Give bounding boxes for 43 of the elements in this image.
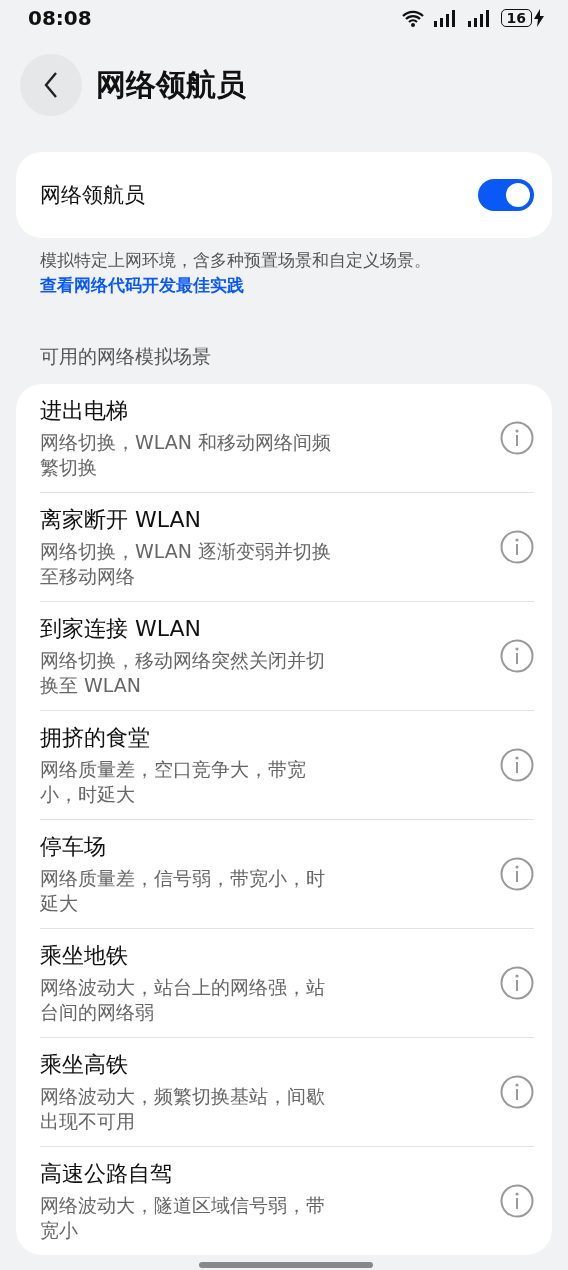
scenario-description: 网络切换，WLAN 和移动网络间频繁切换 xyxy=(40,430,333,480)
toggle-switch[interactable] xyxy=(478,179,534,211)
info-button[interactable] xyxy=(500,748,534,782)
info-button[interactable] xyxy=(500,1075,534,1109)
section-title: 可用的网络模拟场景 xyxy=(40,344,212,369)
info-icon-glyph xyxy=(500,748,534,782)
scenario-title: 乘坐地铁 xyxy=(40,942,129,970)
info-button[interactable] xyxy=(500,857,534,891)
info-icon-glyph xyxy=(500,639,534,673)
back-icon xyxy=(43,71,59,99)
info-icon-glyph xyxy=(500,1075,534,1109)
scenario-description: 网络质量差，信号弱，带宽小，时延大 xyxy=(40,866,326,916)
scenario-title: 离家断开 WLAN xyxy=(40,506,202,534)
info-icon-glyph xyxy=(500,530,534,564)
scenario-title: 停车场 xyxy=(40,833,107,861)
info-button[interactable] xyxy=(500,421,534,455)
info-icon-glyph xyxy=(500,966,534,1000)
info-icon-glyph xyxy=(500,1184,534,1218)
scenario-description: 网络切换，WLAN 逐渐变弱并切换至移动网络 xyxy=(40,539,333,589)
info-button[interactable] xyxy=(500,639,534,673)
info-button[interactable] xyxy=(500,966,534,1000)
battery-level: 16 xyxy=(500,9,532,27)
scenario-title: 拥挤的食堂 xyxy=(40,724,151,752)
scenario-description: 网络波动大，站台上的网络强，站台间的网络弱 xyxy=(40,975,326,1025)
scenario-description: 网络切换，移动网络突然关闭并切换至 WLAN xyxy=(40,648,326,698)
info-button[interactable] xyxy=(500,530,534,564)
scenario-title: 进出电梯 xyxy=(40,397,129,425)
info-icon-glyph xyxy=(500,857,534,891)
page-title: 网络领航员 xyxy=(96,65,246,104)
info-button[interactable] xyxy=(500,1184,534,1218)
wifi-icon xyxy=(400,8,425,28)
charging-icon xyxy=(534,9,544,27)
scenario-description: 网络波动大，频繁切换基站，间歇出现不可用 xyxy=(40,1084,326,1134)
scenario-description: 网络波动大，隧道区域信号弱，带宽小 xyxy=(40,1193,326,1243)
description-text: 模拟特定上网环境，含多种预置场景和自定义场景。 查看网络代码开发最佳实践 xyxy=(40,249,432,297)
toggle-label: 网络领航员 xyxy=(40,182,145,209)
scenario-title: 到家连接 WLAN xyxy=(40,615,202,643)
scenario-title: 高速公路自驾 xyxy=(40,1160,173,1188)
scenario-title: 乘坐高铁 xyxy=(40,1051,129,1079)
status-time: 08:08 xyxy=(28,6,92,30)
info-icon-glyph xyxy=(500,421,534,455)
scenario-description: 网络质量差，空口竞争大，带宽小，时延大 xyxy=(40,757,307,807)
best-practice-link[interactable]: 查看网络代码开发最佳实践 xyxy=(40,275,244,295)
